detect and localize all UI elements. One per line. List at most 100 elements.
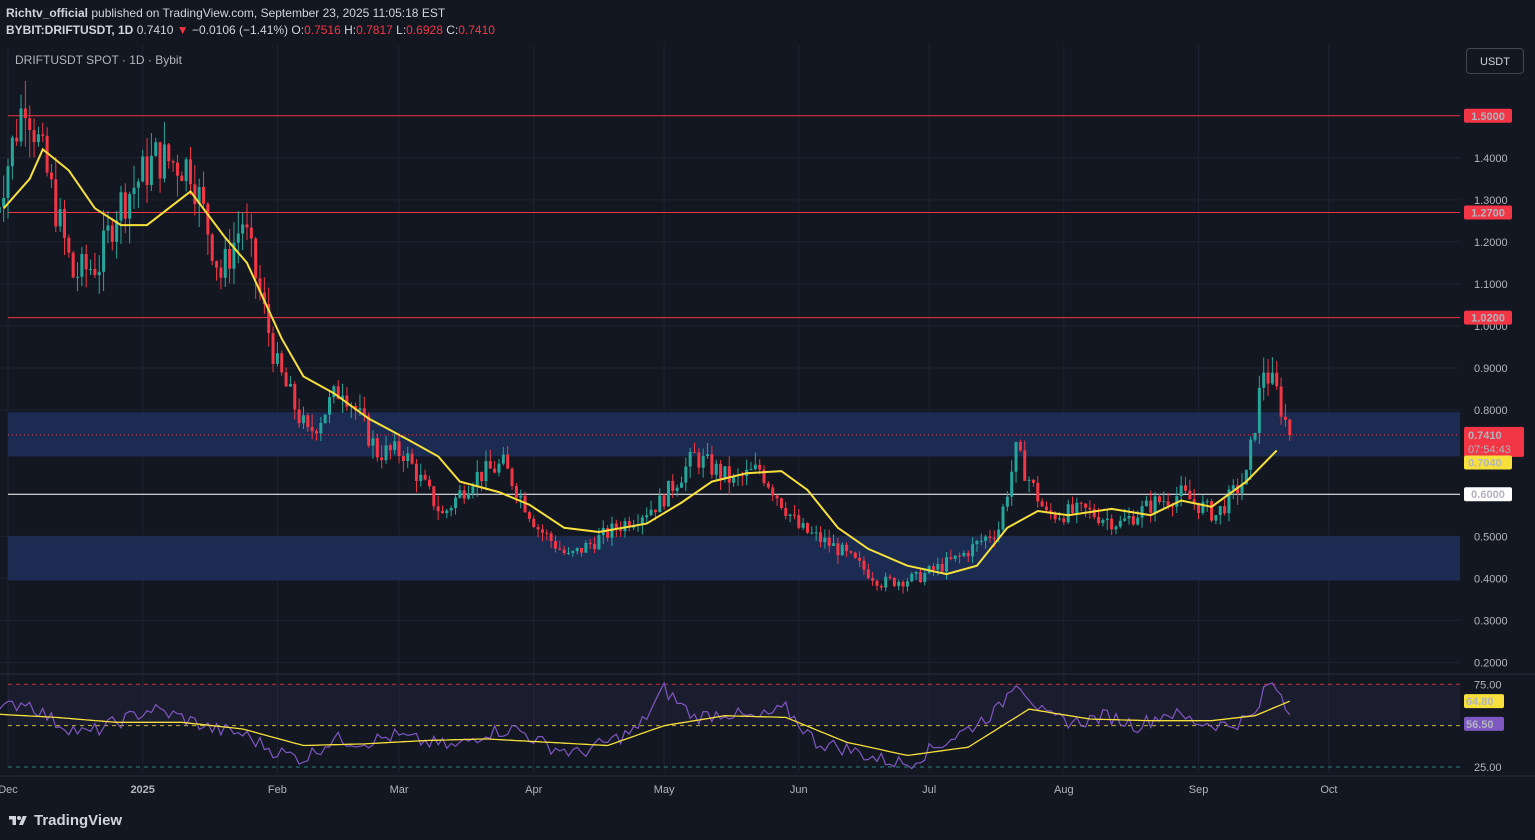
candle-body	[527, 512, 531, 519]
candle-body	[162, 144, 166, 179]
candle-body	[36, 134, 40, 143]
x-tick-label: 2025	[130, 784, 154, 796]
candle-body	[210, 234, 214, 262]
tradingview-footer: TradingView	[7, 812, 122, 829]
candle-body	[1071, 504, 1075, 513]
candle-body	[832, 543, 836, 546]
candle-body	[1223, 506, 1227, 514]
candle-body	[562, 549, 566, 554]
candle-body	[62, 209, 66, 238]
candle-body	[1288, 419, 1292, 435]
candle-body	[1014, 441, 1018, 472]
y-tick-label: 0.9000	[1474, 363, 1508, 375]
x-tick-label: Apr	[525, 784, 542, 796]
candle-body	[719, 463, 723, 479]
candle-body	[958, 555, 962, 557]
candle-body	[119, 192, 123, 221]
candle-body	[1123, 518, 1127, 521]
candle-body	[1266, 372, 1270, 384]
x-tick-label: Jul	[922, 784, 936, 796]
candle-body	[136, 181, 140, 188]
candle-body	[15, 137, 19, 142]
y-tick-label: 1.3000	[1474, 195, 1508, 207]
candle-body	[845, 544, 849, 552]
last-value: 0.7410	[136, 23, 174, 37]
candle-body	[310, 427, 314, 432]
candle-body	[393, 441, 397, 451]
x-tick-label: Jun	[790, 784, 808, 796]
author[interactable]: Richtv_official	[6, 6, 88, 20]
candle-body	[97, 271, 101, 276]
symbol-ohlc: BYBIT:DRIFTUSDT, 1D 0.7410 ▼ −0.0106 (−1…	[6, 22, 495, 39]
x-tick-label: Dec	[0, 784, 18, 796]
candle-body	[1279, 386, 1283, 417]
candle-body	[280, 353, 284, 373]
candle-body	[1188, 490, 1192, 500]
candle-body	[1262, 372, 1266, 388]
candle-body	[549, 533, 553, 542]
high-value: 0.7817	[356, 23, 393, 37]
candle-body	[184, 159, 188, 182]
y-tick-label: 0.3000	[1474, 615, 1508, 627]
candle-body	[827, 537, 831, 546]
candle-body	[2, 197, 6, 207]
candle-body	[271, 333, 275, 364]
currency-button[interactable]: USDT	[1466, 48, 1524, 74]
x-tick-label: Mar	[390, 784, 409, 796]
candle-body	[84, 254, 88, 270]
candle-body	[171, 161, 175, 163]
candle-body	[723, 466, 727, 479]
candle-body	[0, 206, 1, 213]
candle-body	[923, 573, 927, 583]
candle-body	[884, 576, 888, 588]
rsi-band	[8, 684, 1460, 726]
candle-body	[949, 557, 953, 559]
candle-body	[758, 464, 762, 470]
high-label: H:	[344, 23, 357, 37]
candle-body	[975, 541, 979, 545]
candle-body	[862, 560, 866, 570]
change-arrow-icon: ▼	[176, 23, 189, 37]
candle-body	[32, 129, 36, 143]
last-price-label: 0.7410	[1468, 430, 1502, 442]
candle-body	[458, 490, 462, 498]
candle-body	[1066, 504, 1070, 523]
candle-body	[423, 474, 427, 480]
candle-body	[805, 523, 809, 533]
candle-body	[771, 487, 775, 496]
candle-body	[123, 192, 127, 219]
tradingview-logo-icon	[9, 815, 27, 825]
candle-body	[1144, 500, 1148, 507]
candle-body	[988, 536, 992, 538]
candle-body	[679, 482, 683, 488]
candle-body	[693, 451, 697, 453]
candle-body	[93, 269, 97, 276]
candle-body	[397, 441, 401, 457]
candle-body	[223, 248, 227, 278]
candle-body	[571, 551, 575, 554]
close-label: C:	[446, 23, 459, 37]
candle-body	[249, 227, 253, 239]
candle-body	[819, 532, 823, 542]
price-chart[interactable]: Dec 2025 Feb Mar Apr May Jun Jul Aug Sep Oct 1.4000…	[0, 0, 1535, 840]
symbol-name: BYBIT:DRIFTUSDT, 1D	[6, 23, 134, 37]
candle-body	[1166, 501, 1170, 506]
candle-body	[419, 474, 423, 482]
candle-body	[727, 466, 731, 483]
candle-body	[853, 552, 857, 558]
open-value: 0.7516	[304, 23, 341, 37]
candle-body	[1023, 450, 1027, 481]
candle-body	[540, 529, 544, 533]
x-tick-label: May	[654, 784, 675, 796]
candle-body	[301, 415, 305, 424]
candle-body	[866, 569, 870, 579]
candle-body	[1249, 439, 1253, 470]
candle-body	[6, 166, 10, 198]
candle-body	[89, 269, 93, 271]
candle-body	[106, 225, 110, 231]
candle-body	[849, 551, 853, 553]
candle-body	[1118, 520, 1122, 527]
candle-body	[1253, 432, 1257, 440]
candle-body	[454, 497, 458, 509]
candle-body	[1027, 479, 1031, 481]
